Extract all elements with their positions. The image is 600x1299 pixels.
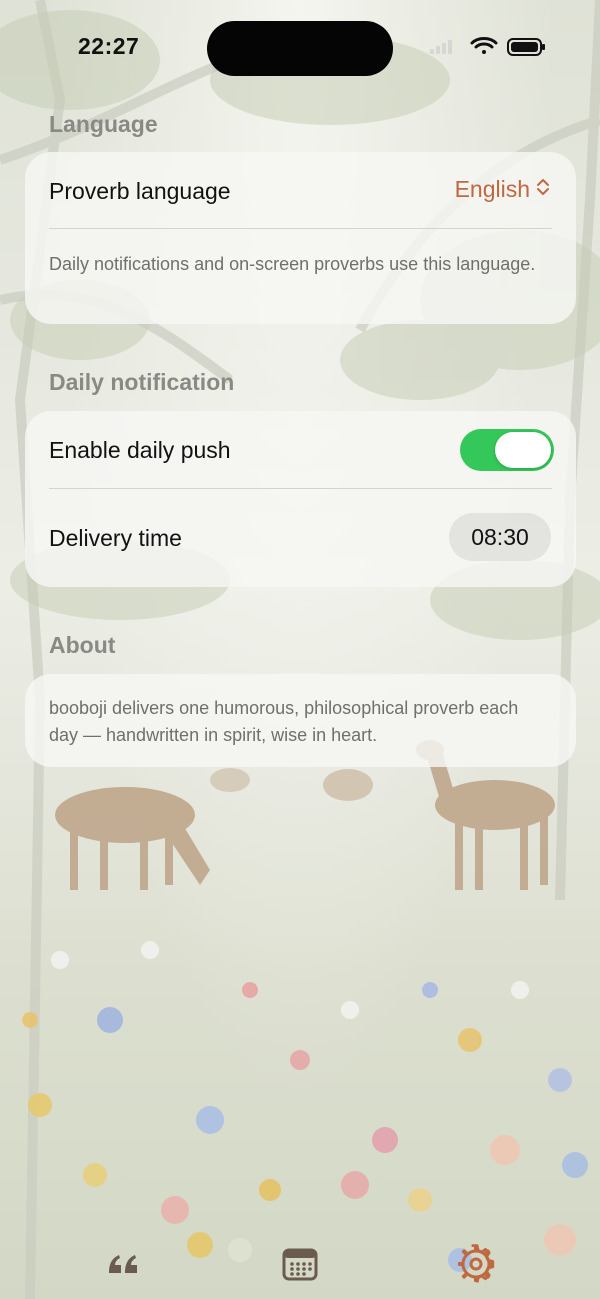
tab-proverbs[interactable]: [104, 1244, 144, 1284]
tab-calendar[interactable]: [280, 1244, 320, 1284]
chevron-up-down-icon: [536, 176, 550, 203]
battery-icon: [507, 38, 545, 56]
divider: [49, 228, 552, 229]
quote-icon: [109, 1255, 137, 1273]
notification-card: Enable daily push Delivery time 08:30: [25, 411, 576, 587]
language-note: Daily notifications and on-screen prover…: [49, 254, 536, 274]
dynamic-island: [207, 21, 393, 76]
enable-daily-push-label: Enable daily push: [49, 437, 231, 463]
delivery-time-label: Delivery time: [49, 525, 182, 551]
proverb-language-label: Proverb language: [49, 178, 231, 204]
section-title-language: Language: [49, 111, 158, 137]
delivery-time-picker[interactable]: 08:30: [449, 513, 551, 561]
meadow-flowers: [22, 941, 588, 1272]
signal-icon: [430, 40, 452, 54]
wifi-icon: [470, 37, 498, 54]
about-card: booboji delivers one humorous, philosoph…: [25, 674, 576, 767]
toggle-knob: [495, 432, 551, 468]
status-bar-time: 22:27: [78, 33, 140, 59]
proverb-language-picker[interactable]: English: [455, 176, 550, 203]
divider: [49, 488, 552, 489]
proverb-language-value: English: [454, 176, 530, 202]
language-card: Proverb language English Daily notificat…: [25, 152, 576, 324]
daily-push-toggle[interactable]: [460, 429, 554, 471]
section-title-about: About: [49, 632, 116, 658]
section-title-daily-notification: Daily notification: [49, 369, 235, 395]
tab-settings[interactable]: [456, 1244, 496, 1284]
calendar-icon: [282, 1248, 318, 1281]
gear-icon: [458, 1244, 495, 1283]
status-icons: [428, 34, 548, 65]
about-text: booboji delivers one humorous, philosoph…: [49, 698, 519, 745]
